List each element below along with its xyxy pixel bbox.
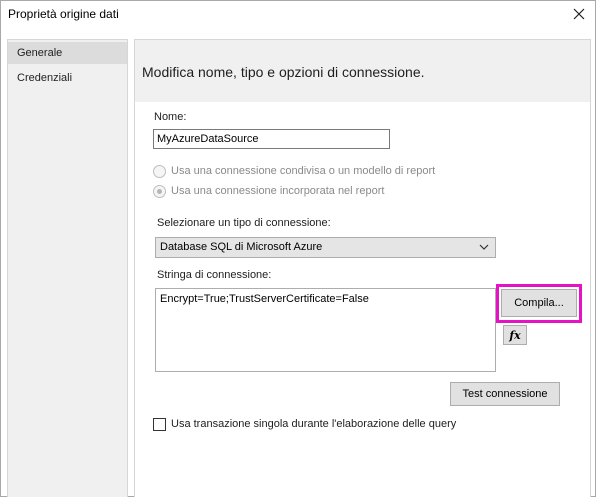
title-bar: Proprietà origine dati (1, 1, 595, 29)
sidebar-item-generale[interactable]: Generale (8, 42, 127, 64)
name-label: Nome: (154, 111, 187, 123)
expression-button[interactable]: fx (503, 325, 527, 345)
test-connection-button[interactable]: Test connessione (450, 382, 560, 406)
page-title: Modifica nome, tipo e opzioni di conness… (142, 64, 425, 80)
radio-shared-label: Usa una connessione condivisa o un model… (171, 165, 436, 177)
connection-string-value: Encrypt=True;TrustServerCertificate=Fals… (160, 293, 369, 305)
build-button-label: Compila... (514, 297, 564, 309)
close-button[interactable] (567, 3, 591, 25)
content-area: Nome: Usa una connessione condivisa o un… (135, 102, 590, 497)
connection-type-value: Database SQL di Microsoft Azure (160, 241, 323, 253)
sidebar: Generale Credenziali (7, 39, 128, 497)
radio-embedded-label: Usa una connessione incorporata nel repo… (171, 185, 385, 197)
close-icon (573, 8, 585, 20)
connection-string-field[interactable]: Encrypt=True;TrustServerCertificate=Fals… (155, 288, 496, 372)
radio-embedded-connection[interactable] (153, 185, 166, 198)
function-icon: fx (509, 328, 521, 342)
build-button[interactable]: Compila... (501, 289, 577, 317)
sidebar-item-label: Credenziali (17, 72, 73, 84)
radio-shared-connection[interactable] (153, 165, 166, 178)
dialog-window: Proprietà origine dati Generale Credenzi… (0, 0, 596, 497)
connection-string-label: Stringa di connessione: (157, 269, 272, 281)
chevron-down-icon (479, 244, 489, 250)
connection-type-select[interactable]: Database SQL di Microsoft Azure (155, 237, 496, 258)
dialog-title: Proprietà origine dati (8, 7, 119, 21)
main-panel: Modifica nome, tipo e opzioni di conness… (134, 39, 591, 497)
sidebar-item-label: Generale (17, 47, 63, 59)
sidebar-item-credenziali[interactable]: Credenziali (8, 67, 127, 89)
main-header: Modifica nome, tipo e opzioni di conness… (135, 40, 590, 102)
radio-selected-dot (157, 189, 162, 194)
single-transaction-label: Usa transazione singola durante l'elabor… (171, 418, 457, 430)
test-connection-label: Test connessione (462, 388, 548, 400)
name-input[interactable] (153, 129, 390, 149)
connection-type-label: Selezionare un tipo di connessione: (157, 217, 331, 229)
single-transaction-checkbox[interactable] (153, 418, 166, 431)
